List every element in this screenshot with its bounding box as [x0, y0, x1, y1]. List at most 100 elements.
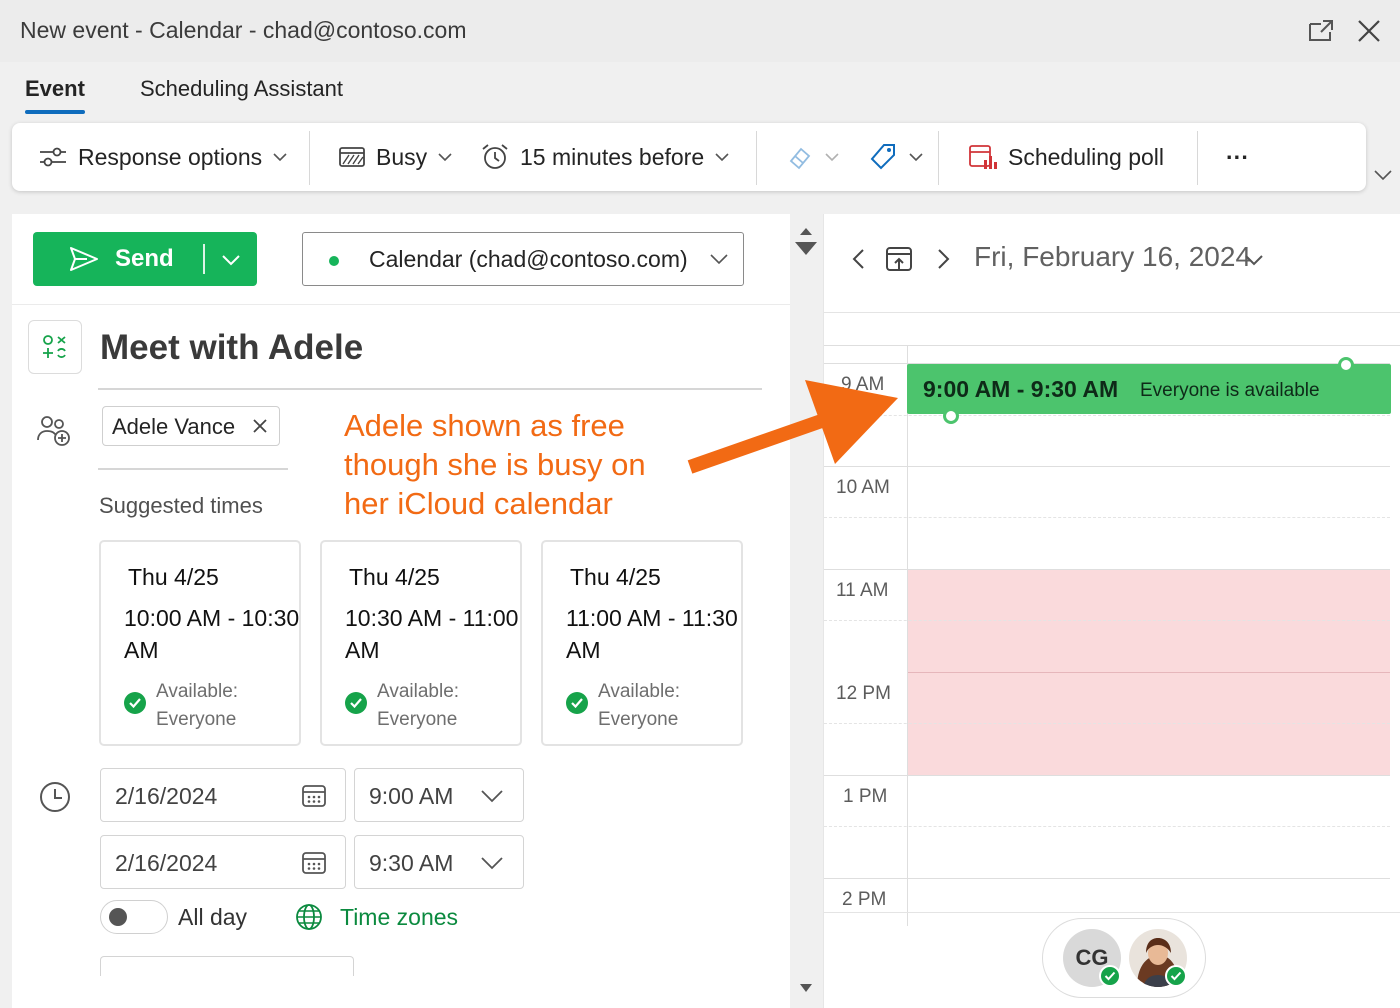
- suggested-time-card[interactable]: Thu 4/25 10:00 AM - 10:30 AM Available: …: [99, 540, 301, 746]
- suggestion-time: 10:00 AM - 10:30 AM: [124, 605, 300, 663]
- half-hour-line: [824, 826, 1390, 827]
- start-time-dropdown[interactable]: 9:00 AM: [354, 768, 524, 822]
- chevron-down-icon[interactable]: [1242, 248, 1266, 272]
- all-day-toggle[interactable]: [100, 900, 168, 934]
- hour-line: [824, 466, 1390, 467]
- pop-out-button[interactable]: [1304, 14, 1338, 48]
- hour-label: 1 PM: [843, 786, 888, 807]
- start-date-value: 2/16/2024: [115, 783, 218, 809]
- tab-bar: Event Scheduling Assistant: [0, 62, 1400, 120]
- available-check-icon: [1165, 965, 1187, 987]
- event-time: 9:00 AM - 9:30 AM: [923, 376, 1119, 402]
- reminder-button[interactable]: 15 minutes before: [480, 123, 730, 191]
- suggestion-status: Available: Everyone: [156, 681, 239, 730]
- tab-scheduling-assistant[interactable]: Scheduling Assistant: [140, 76, 343, 102]
- show-as-label: Busy: [376, 143, 428, 170]
- suggestion-time: 10:30 AM - 11:00 AM: [345, 605, 519, 663]
- scheduling-poll-button[interactable]: Scheduling poll: [968, 123, 1164, 191]
- alarm-clock-icon: [482, 144, 508, 169]
- reminder-label: 15 minutes before: [520, 143, 705, 170]
- resize-handle-bottom[interactable]: [943, 408, 959, 424]
- title-bar: New event - Calendar - chad@contoso.com: [0, 0, 1400, 62]
- go-to-today-icon[interactable]: [884, 244, 914, 274]
- tab-event[interactable]: Event: [25, 76, 85, 102]
- chevron-down-icon: [825, 153, 839, 162]
- selected-date[interactable]: Fri, February 16, 2024: [974, 241, 1251, 273]
- window-title: New event - Calendar - chad@contoso.com: [20, 17, 467, 43]
- more-options-button[interactable]: ···: [1226, 123, 1249, 191]
- time-zones-link[interactable]: Time zones: [340, 904, 458, 931]
- event-compose-panel: Send Calendar (chad@contoso.com) Meet wi…: [12, 214, 790, 1008]
- chevron-left-icon[interactable]: [844, 244, 874, 274]
- end-time-dropdown[interactable]: 9:30 AM: [354, 835, 524, 889]
- add-category-icon: [43, 335, 66, 358]
- suggested-times-label: Suggested times: [99, 493, 263, 518]
- suggestion-status: Available: Everyone: [377, 681, 460, 730]
- participants-pill[interactable]: CG: [1042, 918, 1206, 998]
- remove-attendee-icon[interactable]: [249, 415, 271, 437]
- suggested-time-card[interactable]: Thu 4/25 11:00 AM - 11:30 AM Available: …: [541, 540, 743, 746]
- all-day-row: [824, 313, 1400, 346]
- calendar-icon[interactable]: [301, 783, 327, 809]
- event-icon-button[interactable]: [28, 320, 82, 374]
- suggested-time-card[interactable]: Thu 4/25 10:30 AM - 11:00 AM Available: …: [320, 540, 522, 746]
- chevron-down-icon: [273, 153, 287, 162]
- globe-icon[interactable]: [294, 902, 324, 932]
- annotation-line: though she is busy on: [344, 447, 646, 482]
- scroll-up-arrow[interactable]: [793, 226, 819, 256]
- toggle-knob: [109, 908, 127, 926]
- hour-label: 9 AM: [841, 374, 885, 395]
- calendar-color-dot: [329, 256, 339, 266]
- chevron-down-icon: [1374, 170, 1392, 181]
- resize-handle-top[interactable]: [1338, 357, 1354, 373]
- suggestion-day: Thu 4/25: [570, 564, 661, 590]
- send-icon: [70, 247, 98, 271]
- scheduling-poll-label: Scheduling poll: [1008, 143, 1165, 170]
- available-check-icon: [124, 692, 146, 714]
- hour-label: 12 PM: [836, 683, 891, 704]
- day-view-nav: Fri, February 16, 2024: [824, 214, 1400, 304]
- hour-line: [824, 775, 1390, 776]
- busy-hour-line: [908, 672, 1390, 673]
- ribbon-divider: [309, 131, 310, 185]
- ribbon-toolbar: Response options Busy 15 minutes before …: [12, 123, 1366, 191]
- chevron-down-icon: [438, 153, 452, 162]
- attendee-chip[interactable]: Adele Vance: [102, 406, 280, 446]
- calendar-dropdown[interactable]: Calendar (chad@contoso.com): [302, 232, 744, 286]
- show-as-button[interactable]: Busy: [338, 123, 453, 191]
- calendar-icon[interactable]: [301, 850, 327, 876]
- divider: [12, 304, 790, 305]
- location-field[interactable]: [100, 956, 354, 976]
- annotation-callout: Adele shown as free though she is busy o…: [344, 406, 646, 523]
- hour-label: 2 PM: [842, 889, 887, 910]
- attendees-icon: [37, 416, 70, 446]
- end-date-value: 2/16/2024: [115, 850, 218, 876]
- pop-out-icon: [1309, 20, 1333, 41]
- half-hour-line: [824, 723, 1390, 724]
- response-options-button[interactable]: Response options: [38, 123, 288, 191]
- send-button[interactable]: Send: [33, 232, 257, 286]
- ribbon-divider: [938, 131, 939, 185]
- end-time-value: 9:30 AM: [369, 850, 454, 876]
- attendee-name: Adele Vance: [112, 414, 236, 439]
- categorize-button[interactable]: [786, 123, 840, 191]
- all-day-label: All day: [178, 904, 248, 930]
- start-date-field[interactable]: 2/16/2024: [100, 768, 346, 822]
- attendee-input-underline: [98, 468, 288, 470]
- hour-label: 11 AM: [836, 580, 889, 601]
- tag-button[interactable]: [868, 123, 924, 191]
- end-date-field[interactable]: 2/16/2024: [100, 835, 346, 889]
- close-button[interactable]: [1352, 14, 1386, 48]
- available-check-icon: [566, 692, 588, 714]
- chevron-down-icon: [909, 153, 923, 162]
- ribbon-divider: [1197, 131, 1198, 185]
- tag-icon: [870, 144, 895, 170]
- event-title-input[interactable]: Meet with Adele: [100, 328, 363, 368]
- ribbon-expand-button[interactable]: [1370, 162, 1396, 188]
- chevron-down-icon[interactable]: [221, 254, 241, 266]
- close-icon: [1358, 20, 1380, 42]
- proposed-event-block[interactable]: 9:00 AM - 9:30 AM Everyone is available: [907, 364, 1391, 414]
- scroll-down-arrow[interactable]: [798, 982, 814, 994]
- chevron-right-icon[interactable]: [928, 244, 958, 274]
- poll-calendar-icon: [969, 145, 997, 169]
